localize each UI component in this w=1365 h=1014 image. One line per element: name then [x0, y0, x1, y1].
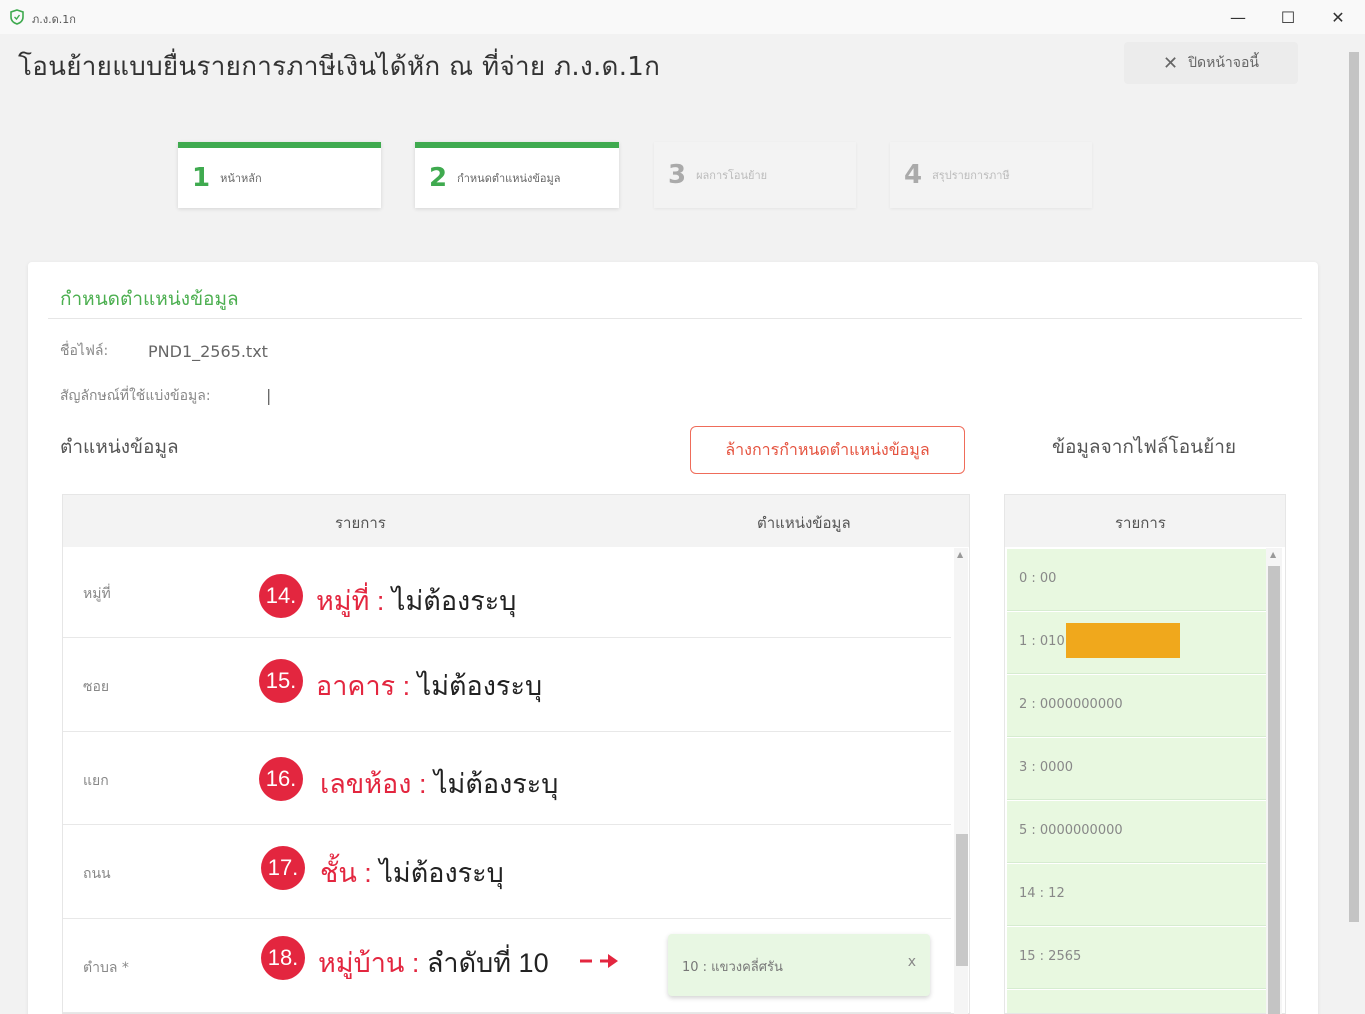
source-item-text: 5 : 0000000000	[1019, 823, 1123, 838]
remove-chip-icon[interactable]: x	[908, 954, 916, 970]
app-title: ภ.ง.ด.1ก	[32, 13, 76, 26]
annotation-field: เลขห้อง	[320, 769, 412, 799]
step-3[interactable]: 3 ผลการโอนย้าย	[654, 142, 856, 208]
delimiter-label: สัญลักษณ์ที่ใช้แบ่งข้อมูล:	[60, 388, 211, 404]
annotation-text: เลขห้อง : ไม่ต้องระบุ	[320, 762, 558, 805]
annotation-text: หมู่ที่ : ไม่ต้องระบุ	[316, 579, 516, 622]
minimize-button[interactable]: —	[1218, 4, 1258, 30]
positions-title: ตำแหน่งข้อมูล	[60, 436, 179, 458]
source-col-header: รายการ	[1115, 514, 1166, 532]
source-item-text: 0 : 00	[1019, 571, 1057, 586]
annotation-note: ไม่ต้องระบุ	[417, 671, 543, 701]
annotation-field: หมู่ที่	[316, 586, 370, 616]
annotation-badge: 16.	[259, 757, 303, 801]
close-icon: ✕	[1163, 52, 1179, 74]
annotation-badge: 15.	[259, 659, 303, 703]
step-label: ผลการโอนย้าย	[696, 169, 768, 182]
row-name: แยก	[83, 773, 109, 789]
step-4[interactable]: 4 สรุปรายการภาษี	[890, 142, 1092, 208]
annotation-badge: 17.	[261, 846, 305, 890]
row-name: ตำบล *	[83, 960, 129, 976]
chip-text: 10 : แขวงคลี่ศรัน	[682, 960, 783, 975]
row-name: หมู่ที่	[83, 586, 111, 602]
source-item-text: 15 : 2565	[1019, 949, 1082, 964]
window-close-button[interactable]: ✕	[1318, 4, 1358, 30]
assigned-position-chip[interactable]: 10 : แขวงคลี่ศรัน x	[668, 934, 930, 996]
source-title: ข้อมูลจากไฟล์โอนย้าย	[1052, 436, 1237, 458]
source-item-text: 2 : 0000000000	[1019, 697, 1123, 712]
source-item[interactable]: 0 : 00	[1007, 549, 1267, 611]
annotation-separator: :	[369, 586, 392, 616]
source-item[interactable]: 2 : 0000000000	[1007, 675, 1267, 737]
source-item-text: 1 : 010	[1019, 634, 1065, 649]
annotation-text: ชั้น : ไม่ต้องระบุ	[320, 851, 504, 894]
step-2[interactable]: 2 กำหนดตำแหน่งข้อมูล	[415, 142, 619, 208]
file-value: PND1_2565.txt	[148, 342, 268, 361]
source-item-text: 3 : 0000	[1019, 760, 1073, 775]
step-label: หน้าหลัก	[220, 172, 262, 185]
divider	[48, 318, 1302, 319]
page-scrollbar[interactable]	[1346, 34, 1362, 1014]
annotation-note: ไม่ต้องระบุ	[391, 586, 517, 616]
source-item[interactable]: 14 : 12	[1007, 864, 1267, 926]
col-item-header: รายการ	[335, 514, 386, 532]
close-page-label: ปิดหน้าจอนี้	[1188, 55, 1259, 71]
source-item[interactable]: 3 : 0000	[1007, 738, 1267, 800]
annotation-separator: :	[411, 769, 434, 799]
annotation-note: ลำดับที่ 10	[426, 948, 549, 978]
delimiter-value: |	[266, 386, 272, 405]
table-scrollbar[interactable]: ▲	[954, 548, 968, 1014]
maximize-button[interactable]: ☐	[1268, 4, 1308, 30]
window-titlebar: ภ.ง.ด.1ก — ☐ ✕	[0, 0, 1365, 34]
annotation-separator: :	[404, 948, 427, 978]
redaction-box	[1066, 623, 1180, 658]
table-header: รายการ ตำแหน่งข้อมูล	[63, 495, 969, 547]
annotation-separator: :	[395, 671, 418, 701]
scroll-up-icon[interactable]: ▲	[957, 550, 963, 559]
annotation-separator: :	[356, 858, 380, 888]
shield-icon	[10, 9, 24, 25]
scroll-thumb[interactable]	[956, 834, 968, 966]
row-name: ถนน	[83, 866, 111, 882]
annotation-text: อาคาร : ไม่ต้องระบุ	[316, 664, 542, 707]
arrow-right-icon	[580, 954, 618, 968]
source-table: รายการ 0 : 00 1 : 010 2 : 0000000000 3 :…	[1004, 494, 1286, 1014]
scroll-thumb[interactable]	[1268, 566, 1280, 1014]
step-number: 4	[904, 160, 923, 190]
close-page-button[interactable]: ✕ ปิดหน้าจอนี้	[1124, 42, 1298, 84]
scroll-up-icon[interactable]: ▲	[1270, 550, 1276, 559]
source-item[interactable]	[1007, 990, 1267, 1013]
annotation-field: ชั้น	[320, 858, 357, 888]
row-name: ซอย	[83, 679, 110, 695]
step-1[interactable]: 1 หน้าหลัก	[178, 142, 381, 208]
source-item[interactable]: 5 : 0000000000	[1007, 801, 1267, 863]
reset-positions-button[interactable]: ล้างการกำหนดตำแหน่งข้อมูล	[690, 426, 965, 474]
annotation-badge: 18.	[261, 936, 305, 980]
step-number: 2	[429, 163, 448, 193]
annotation-field: หมู่บ้าน	[318, 948, 405, 978]
annotation-field: อาคาร	[316, 671, 396, 701]
annotation-note: ไม่ต้องระบุ	[433, 769, 559, 799]
page-title: โอนย้ายแบบยื่นรายการภาษีเงินได้หัก ณ ที่…	[18, 52, 661, 82]
col-position-header: ตำแหน่งข้อมูล	[757, 514, 851, 532]
step-label: สรุปรายการภาษี	[932, 169, 1010, 182]
step-number: 1	[192, 163, 211, 193]
step-number: 3	[668, 160, 687, 190]
source-scrollbar[interactable]: ▲	[1266, 548, 1282, 1014]
table-row[interactable]: ถนน	[63, 825, 951, 919]
step-label: กำหนดตำแหน่งข้อมูล	[457, 172, 561, 185]
source-item[interactable]: 15 : 2565	[1007, 927, 1267, 989]
file-label: ชื่อไฟล์:	[60, 343, 109, 359]
annotation-note: ไม่ต้องระบุ	[379, 858, 504, 888]
scroll-thumb[interactable]	[1349, 52, 1359, 922]
section-title: กำหนดตำแหน่งข้อมูล	[60, 288, 239, 310]
annotation-text: หมู่บ้าน : ลำดับที่ 10	[318, 941, 549, 984]
source-table-header: รายการ	[1005, 495, 1285, 547]
annotation-badge: 14.	[259, 574, 303, 618]
source-item-text: 14 : 12	[1019, 886, 1065, 901]
